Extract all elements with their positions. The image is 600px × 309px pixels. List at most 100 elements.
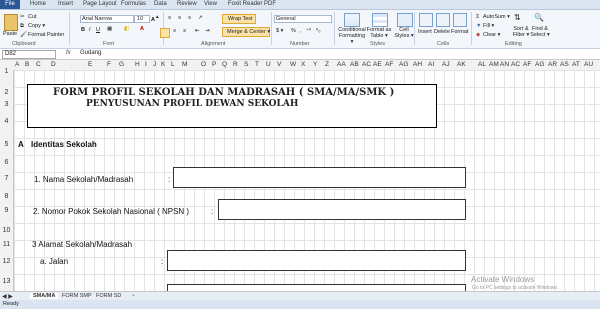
clear-button[interactable]: Clear ▾ (483, 32, 500, 38)
column-header[interactable]: R (233, 61, 238, 68)
tab-review[interactable]: Review (177, 1, 197, 7)
column-header[interactable]: C (36, 61, 41, 68)
decrease-indent-icon[interactable]: ⇤ (195, 28, 200, 34)
orientation-icon[interactable]: ↗ (198, 15, 203, 21)
row-header[interactable]: 7 (0, 175, 13, 182)
align-top-icon[interactable]: ≡ (168, 15, 171, 21)
row-header[interactable]: 1 (0, 68, 13, 75)
row-header[interactable]: 5 (0, 141, 13, 148)
delete-icon[interactable] (436, 13, 450, 27)
column-header[interactable]: AC (511, 61, 520, 68)
tab-data[interactable]: Data (154, 1, 167, 7)
grow-font-icon[interactable]: A▲ (151, 14, 160, 23)
fill-icon[interactable]: ▼ (476, 23, 481, 29)
name-box[interactable]: D82 (2, 50, 56, 59)
comma-icon[interactable]: , (300, 28, 302, 34)
column-header[interactable]: V (277, 61, 281, 68)
align-center-icon[interactable]: ≡ (173, 28, 176, 34)
column-header[interactable]: Z (325, 61, 329, 68)
row-header[interactable]: 11 (0, 241, 13, 248)
copy-icon[interactable]: ⧉ (20, 23, 24, 30)
column-header[interactable]: AH (413, 61, 422, 68)
column-header[interactable]: AL (478, 61, 486, 68)
column-header[interactable]: F (107, 61, 111, 68)
align-right-icon[interactable]: ≡ (183, 28, 186, 34)
column-header[interactable]: X (301, 61, 305, 68)
column-header[interactable]: AS (560, 61, 569, 68)
column-header[interactable]: T (255, 61, 259, 68)
cell-styles-icon[interactable] (397, 13, 413, 27)
sort-filter-icon[interactable]: ⇅ (514, 13, 521, 22)
column-header[interactable]: D (51, 61, 56, 68)
copy-button[interactable]: Copy ▾ (28, 23, 45, 29)
column-header[interactable]: AA (337, 61, 346, 68)
row-header[interactable]: 6 (0, 159, 13, 166)
conditional-formatting-icon[interactable] (344, 13, 360, 27)
column-header[interactable]: L (171, 61, 175, 68)
find-select-button[interactable]: Find & Select ▾ (529, 26, 551, 38)
fill-color-icon[interactable]: ◧ (124, 26, 129, 32)
npsn-field[interactable] (218, 199, 466, 220)
italic-icon[interactable]: I (89, 27, 91, 33)
decrease-decimal-icon[interactable]: ⁰₀ (316, 28, 321, 34)
wrap-text-button[interactable]: Wrap Text (222, 14, 256, 24)
find-select-icon[interactable]: 🔍 (534, 13, 544, 22)
new-sheet-icon[interactable]: + (132, 293, 135, 299)
column-header[interactable]: E (88, 61, 92, 68)
cut-button[interactable]: Cut (28, 14, 37, 20)
autosum-icon[interactable]: Σ (476, 14, 479, 20)
jalan-field[interactable] (167, 250, 466, 271)
insert-icon[interactable] (419, 13, 433, 27)
column-header[interactable]: AU (584, 61, 593, 68)
column-header[interactable]: I (145, 61, 147, 68)
column-header[interactable]: AB (350, 61, 359, 68)
paste-button[interactable]: Paste (3, 31, 17, 37)
font-name-box[interactable]: Arial Narrow (80, 15, 134, 23)
column-header[interactable]: O (201, 61, 206, 68)
column-header[interactable]: Y (313, 61, 317, 68)
column-header[interactable]: AC (362, 61, 371, 68)
number-format-box[interactable]: General (274, 15, 332, 23)
delete-button[interactable]: Delete (434, 29, 450, 35)
bold-icon[interactable]: B (81, 27, 85, 33)
cell-styles-button[interactable]: Cell Styles ▾ (392, 27, 416, 39)
column-header[interactable]: P (212, 61, 216, 68)
autosum-button[interactable]: AutoSum ▾ (483, 14, 510, 20)
column-header[interactable]: G (119, 61, 124, 68)
clear-icon[interactable]: ◆ (476, 32, 480, 38)
insert-button[interactable]: Insert (418, 29, 432, 35)
underline-icon[interactable]: U (96, 27, 100, 33)
row-header[interactable]: 2 (0, 89, 13, 96)
column-header[interactable]: M (182, 61, 187, 68)
format-as-table-icon[interactable] (372, 13, 388, 27)
sheet-tab-sma[interactable]: SMA/MA (30, 293, 59, 299)
percent-icon[interactable]: % (291, 28, 296, 34)
align-middle-icon[interactable]: ≡ (178, 15, 181, 21)
column-header[interactable]: J (153, 61, 156, 68)
column-header[interactable]: AN (500, 61, 509, 68)
row-header[interactable]: 3 (0, 101, 13, 108)
column-header[interactable]: U (266, 61, 271, 68)
column-header[interactable]: Q (222, 61, 227, 68)
fill-button[interactable]: Fill ▾ (483, 23, 494, 29)
tab-insert[interactable]: Insert (58, 1, 73, 7)
format-painter-button[interactable]: Format Painter (28, 32, 64, 38)
fx-icon[interactable]: fx (66, 50, 71, 56)
paste-icon[interactable] (4, 14, 18, 31)
row-header[interactable]: 13 (0, 278, 13, 285)
column-header[interactable]: AE (373, 61, 382, 68)
column-header[interactable]: AT (572, 61, 580, 68)
column-header[interactable]: AG (535, 61, 544, 68)
format-painter-icon[interactable]: 🖌 (20, 32, 27, 38)
font-color-icon[interactable]: A (140, 26, 144, 32)
column-header[interactable]: A (15, 61, 19, 68)
column-header[interactable]: W (290, 61, 296, 68)
merge-center-button[interactable]: Merge & Center ▾ (222, 27, 270, 37)
align-left-icon[interactable] (160, 28, 170, 38)
currency-icon[interactable]: $ ▾ (276, 28, 283, 34)
formula-input[interactable]: Gudang (80, 50, 101, 56)
column-header[interactable]: AM (489, 61, 499, 68)
column-header[interactable]: AF (385, 61, 393, 68)
tab-page-layout[interactable]: Page Layout (83, 1, 117, 7)
column-header[interactable]: AK (457, 61, 466, 68)
